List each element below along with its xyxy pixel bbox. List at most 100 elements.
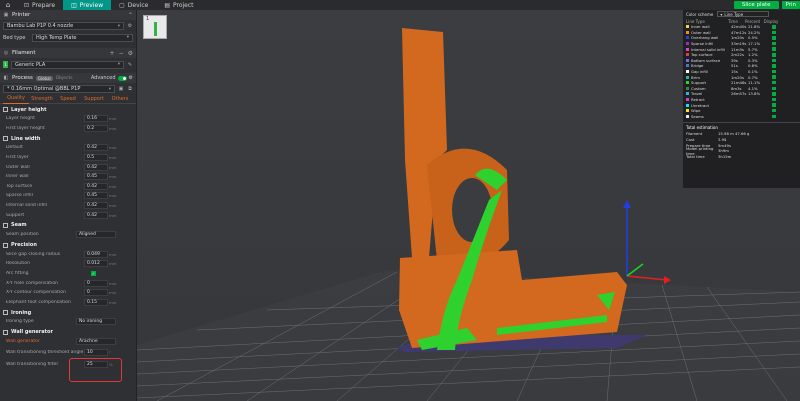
display-checkbox[interactable] xyxy=(772,69,776,74)
save-preset-icon[interactable]: ▣ xyxy=(118,86,124,92)
ironing-type-select[interactable]: No ironing xyxy=(76,318,116,326)
elephant-foot-input[interactable]: 0.15 xyxy=(84,298,108,306)
tab-preview[interactable]: ◫ Preview xyxy=(63,0,112,10)
xy-hole-comp-input[interactable]: 0 xyxy=(84,279,108,287)
layer-height-input[interactable]: 0.16 xyxy=(84,115,108,123)
chevron-down-icon: ▾ xyxy=(117,23,120,29)
tab-others[interactable]: Others xyxy=(107,95,133,104)
support-width-input[interactable]: 0.42 xyxy=(84,211,108,219)
slice-gap-radius-input[interactable]: 0.049 xyxy=(84,250,108,258)
estimation-row: Total time 3h15m xyxy=(686,153,732,159)
printer-settings-icon[interactable]: ⚙ xyxy=(127,23,133,29)
global-badge[interactable]: Global xyxy=(35,75,53,81)
display-checkbox[interactable] xyxy=(772,92,776,96)
color-swatch xyxy=(686,92,689,96)
objects-toggle[interactable]: Objects xyxy=(56,76,73,81)
tab-project[interactable]: ▤ Project xyxy=(156,0,201,10)
process-preset-select[interactable]: * 0.16mm Optimal @BBL P1P ▾ xyxy=(3,85,115,93)
add-filament-icon[interactable]: + xyxy=(110,50,115,57)
color-swatch xyxy=(686,86,689,90)
top-bar: ⌂ ⊡ Prepare ◫ Preview ▢ Device ▤ Project Sli… xyxy=(0,0,800,10)
color-swatch xyxy=(686,103,689,107)
tab-device[interactable]: ▢ Device xyxy=(111,0,156,10)
setting-row: Default 0.42 mm xyxy=(6,144,117,152)
print-plate-button[interactable]: Prin xyxy=(781,1,800,9)
display-checkbox[interactable] xyxy=(772,30,776,35)
display-checkbox[interactable] xyxy=(772,75,776,79)
outer-wall-width-input[interactable]: 0.42 xyxy=(84,163,108,171)
edit-icon[interactable]: ✎ xyxy=(127,62,133,68)
legend-row[interactable]: Seams xyxy=(683,114,800,120)
wall-generator-select[interactable]: Arachne xyxy=(76,337,116,345)
sparse-infill-width-input[interactable]: 0.45 xyxy=(84,192,108,200)
display-checkbox[interactable] xyxy=(772,58,776,63)
project-icon: ▤ xyxy=(164,1,170,9)
group-ironing: Ironing xyxy=(0,308,136,317)
setting-row: Slice gap closing radius 0.049 mm xyxy=(6,250,117,258)
first-layer-width-input[interactable]: 0.5 xyxy=(84,154,108,162)
tab-strength[interactable]: Strength xyxy=(29,95,55,104)
color-swatch xyxy=(686,75,689,79)
filament-select[interactable]: Generic PLA ▾ xyxy=(11,60,124,69)
default-width-input[interactable]: 0.42 xyxy=(84,144,108,152)
tab-speed[interactable]: Speed xyxy=(55,95,81,104)
first-layer-height-input[interactable]: 0.2 xyxy=(84,124,108,132)
resolution-input[interactable]: 0.012 xyxy=(84,260,108,268)
display-checkbox[interactable] xyxy=(772,47,776,51)
setting-row: Outer wall 0.42 mm xyxy=(6,163,117,171)
settings-sidebar: ▣ Printer ⌃ Bambu Lab P1P 0.4 nozzle ▾ ⚙… xyxy=(0,10,137,401)
xy-contour-comp-input[interactable]: 0 xyxy=(84,289,108,297)
display-checkbox[interactable] xyxy=(772,25,776,29)
total-estimation-title: Total estimation xyxy=(683,122,800,131)
filament-settings-icon[interactable]: ⚙ xyxy=(128,50,133,57)
display-checkbox[interactable] xyxy=(772,80,776,85)
display-checkbox[interactable] xyxy=(772,103,776,107)
tab-quality[interactable]: Quality xyxy=(3,94,29,104)
color-scheme-select[interactable]: ▾ Line Type xyxy=(717,11,770,17)
setting-row: Resolution 0.012 mm xyxy=(6,260,117,268)
setting-row: Elephant foot compensation 0.15 mm xyxy=(6,298,117,306)
filament-icon: ◎ xyxy=(3,50,9,56)
group-line-width: Line width xyxy=(0,134,136,143)
process-tabs: Quality Strength Speed Support Others xyxy=(0,95,136,104)
filament-slot[interactable]: 1 xyxy=(3,61,8,68)
wall-transition-angle-input[interactable]: 10 xyxy=(84,349,108,357)
internal-solid-infill-width-input[interactable]: 0.42 xyxy=(84,202,108,210)
printer-section-header: ▣ Printer ⌃ xyxy=(0,10,136,20)
group-layer-height: Layer height xyxy=(0,105,136,114)
collapse-icon[interactable]: ⌃ xyxy=(128,12,133,19)
model-slab xyxy=(399,250,627,348)
process-settings-icon[interactable]: ⚙ xyxy=(129,75,133,81)
chevron-down-icon: ▾ xyxy=(720,11,723,17)
display-checkbox[interactable] xyxy=(772,41,776,46)
tab-support[interactable]: Support xyxy=(81,95,107,104)
display-checkbox[interactable] xyxy=(772,97,776,102)
display-checkbox[interactable] xyxy=(772,36,776,40)
display-checkbox[interactable] xyxy=(772,64,776,68)
printer-select[interactable]: Bambu Lab P1P 0.4 nozzle ▾ xyxy=(3,22,124,30)
filament-section-header: ◎ Filament + − ⚙ xyxy=(0,48,136,58)
color-swatch xyxy=(686,98,689,102)
seam-position-select[interactable]: Aligned xyxy=(76,231,116,239)
setting-row: Arc fitting ✓ xyxy=(6,271,96,277)
advanced-toggle[interactable] xyxy=(117,75,127,81)
color-swatch xyxy=(686,58,689,62)
top-surface-width-input[interactable]: 0.42 xyxy=(84,182,108,190)
setting-row: Top surface 0.42 mm xyxy=(6,182,117,190)
remove-filament-icon[interactable]: − xyxy=(119,50,124,57)
color-swatch xyxy=(686,53,689,57)
line-type-legend: Color scheme ▾ Line Type Line Type Time P… xyxy=(683,10,800,188)
tab-prepare[interactable]: ⊡ Prepare xyxy=(16,0,63,10)
group-precision: Precision xyxy=(0,241,136,250)
display-checkbox[interactable] xyxy=(772,86,776,91)
display-checkbox[interactable] xyxy=(772,108,776,113)
arc-fitting-checkbox[interactable]: ✓ xyxy=(91,271,96,277)
compare-preset-icon[interactable]: ⧉ xyxy=(127,86,133,92)
bed-type-select[interactable]: High Temp Plate ▾ xyxy=(32,33,133,42)
display-checkbox[interactable] xyxy=(772,114,776,119)
display-checkbox[interactable] xyxy=(772,53,776,57)
slice-plate-button[interactable]: Slice plate xyxy=(733,1,779,9)
home-icon[interactable]: ⌂ xyxy=(0,0,16,10)
inner-wall-width-input[interactable]: 0.45 xyxy=(84,173,108,181)
color-swatch xyxy=(686,81,689,85)
